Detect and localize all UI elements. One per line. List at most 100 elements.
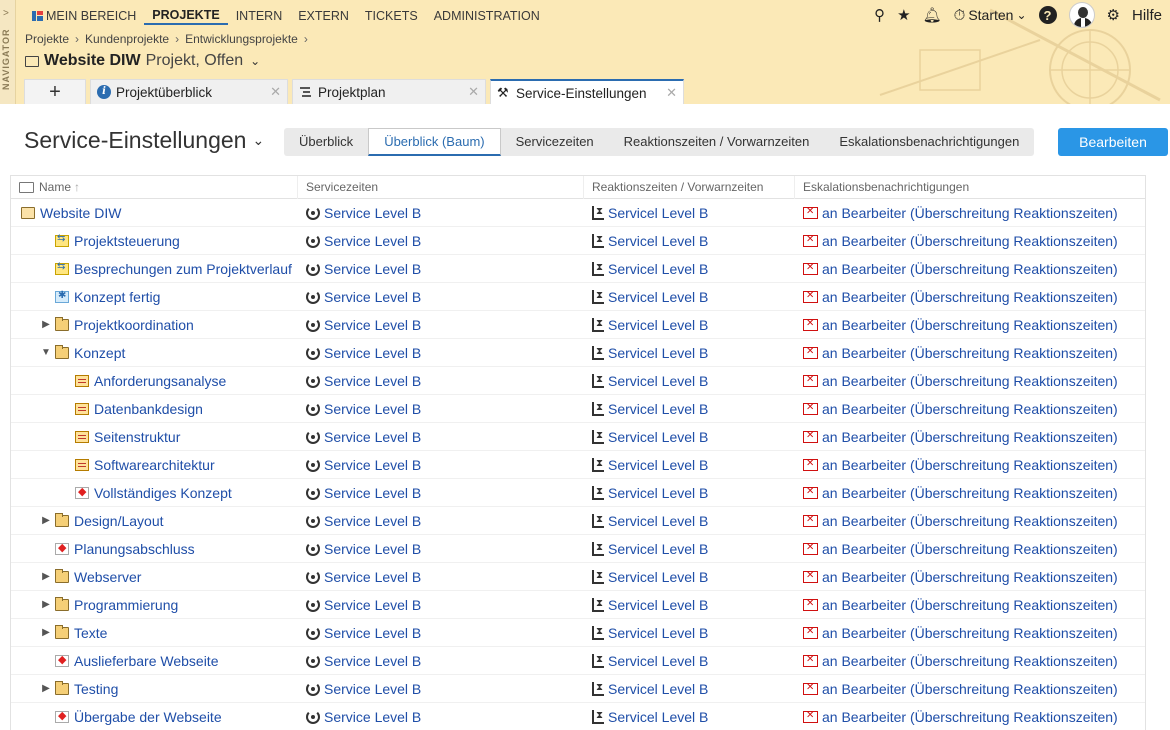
reaktionszeiten-link[interactable]: Servicel Level B [608, 653, 708, 669]
table-row[interactable]: ▶ Projektkoordination Service Level B Servi… [11, 311, 1145, 339]
eskalation-link[interactable]: an Bearbeiter (Überschreitung Reaktionsz… [822, 541, 1118, 557]
item-name-link[interactable]: Konzept [74, 345, 125, 361]
reaktionszeiten-link[interactable]: Servicel Level B [608, 709, 708, 725]
breadcrumb-item[interactable]: Entwicklungsprojekte [185, 32, 298, 46]
table-row[interactable]: ▶ Design/Layout Service Level B Servicel Le… [11, 507, 1145, 535]
eskalation-link[interactable]: an Bearbeiter (Überschreitung Reaktionsz… [822, 401, 1118, 417]
tab-service-einstellungen[interactable]: ⚒ Service-Einstellungen ✕ [490, 79, 684, 104]
item-name-link[interactable]: Texte [74, 625, 107, 641]
reaktionszeiten-link[interactable]: Servicel Level B [608, 485, 708, 501]
topnav-intern[interactable]: INTERN [228, 7, 291, 25]
bell-icon[interactable]: 🔔︎ [923, 6, 942, 24]
item-name-link[interactable]: Vollständiges Konzept [94, 485, 232, 501]
tab-projektplan[interactable]: Projektplan ✕ [292, 79, 486, 104]
servicezeiten-link[interactable]: Service Level B [324, 289, 421, 305]
gear-icon[interactable]: ⚙ [1107, 6, 1120, 24]
table-row[interactable]: Datenbankdesign Service Level B Servicel L… [11, 395, 1145, 423]
breadcrumb-item[interactable]: Kundenprojekte [85, 32, 169, 46]
item-name-link[interactable]: Testing [74, 681, 118, 697]
view-tab-reaktionszeiten[interactable]: Reaktionszeiten / Vorwarnzeiten [609, 128, 825, 156]
eskalation-link[interactable]: an Bearbeiter (Überschreitung Reaktionsz… [822, 457, 1118, 473]
eskalation-link[interactable]: an Bearbeiter (Überschreitung Reaktionsz… [822, 513, 1118, 529]
table-row[interactable]: ▼ Konzept Service Level B Servicel Level B a… [11, 339, 1145, 367]
item-name-link[interactable]: Konzept fertig [74, 289, 160, 305]
eskalation-link[interactable]: an Bearbeiter (Überschreitung Reaktionsz… [822, 233, 1118, 249]
column-header-eskalation[interactable]: Eskalationsbenachrichtigungen [795, 176, 1145, 199]
expand-icon[interactable]: ▶ [39, 571, 53, 582]
reaktionszeiten-link[interactable]: Servicel Level B [608, 233, 708, 249]
reaktionszeiten-link[interactable]: Servicel Level B [608, 625, 708, 641]
item-name-link[interactable]: Webserver [74, 569, 141, 585]
reaktionszeiten-link[interactable]: Servicel Level B [608, 429, 708, 445]
servicezeiten-link[interactable]: Service Level B [324, 317, 421, 333]
topnav-mein-bereich[interactable]: MEIN BEREICH [24, 7, 144, 25]
eskalation-link[interactable]: an Bearbeiter (Überschreitung Reaktionsz… [822, 653, 1118, 669]
table-row[interactable]: Vollständiges Konzept Service Level B Serv… [11, 479, 1145, 507]
start-menu-button[interactable]: ⏱︎ Starten ⌄ [954, 7, 1027, 24]
servicezeiten-link[interactable]: Service Level B [324, 373, 421, 389]
project-title[interactable]: Website DIW Projekt, Offen ⌄ [25, 52, 260, 70]
eskalation-link[interactable]: an Bearbeiter (Überschreitung Reaktionsz… [822, 289, 1118, 305]
close-icon[interactable]: ✕ [270, 84, 281, 100]
table-row[interactable]: Besprechungen zum Projektverlauf Service … [11, 255, 1145, 283]
servicezeiten-link[interactable]: Service Level B [324, 233, 421, 249]
reaktionszeiten-link[interactable]: Servicel Level B [608, 401, 708, 417]
reaktionszeiten-link[interactable]: Servicel Level B [608, 597, 708, 613]
reaktionszeiten-link[interactable]: Servicel Level B [608, 205, 708, 221]
close-icon[interactable]: ✕ [468, 84, 479, 100]
column-header-reaktionszeiten[interactable]: Reaktionszeiten / Vorwarnzeiten [584, 175, 795, 199]
table-row[interactable]: Übergabe der Webseite Service Level B Serv… [11, 703, 1145, 730]
servicezeiten-link[interactable]: Service Level B [324, 541, 421, 557]
reaktionszeiten-link[interactable]: Servicel Level B [608, 261, 708, 277]
item-name-link[interactable]: Übergabe der Webseite [74, 709, 222, 725]
table-row[interactable]: Projektsteuerung Service Level B Servicel … [11, 227, 1145, 255]
collapse-icon[interactable]: ▼ [39, 347, 53, 358]
eskalation-link[interactable]: an Bearbeiter (Überschreitung Reaktionsz… [822, 261, 1118, 277]
table-row[interactable]: Planungsabschluss Service Level B Servicel… [11, 535, 1145, 563]
servicezeiten-link[interactable]: Service Level B [324, 625, 421, 641]
servicezeiten-link[interactable]: Service Level B [324, 429, 421, 445]
column-header-name[interactable]: Name ↑ [11, 175, 298, 199]
table-row[interactable]: Konzept fertig Service Level B Servicel Le… [11, 283, 1145, 311]
view-tab-ueberblick-baum[interactable]: Überblick (Baum) [368, 128, 501, 156]
item-name-link[interactable]: Design/Layout [74, 513, 164, 529]
edit-button[interactable]: Bearbeiten [1058, 128, 1168, 156]
tab-projektueberblick[interactable]: i Projektüberblick ✕ [90, 79, 288, 104]
servicezeiten-link[interactable]: Service Level B [324, 401, 421, 417]
item-name-link[interactable]: Auslieferbare Webseite [74, 653, 218, 669]
expand-icon[interactable]: ▶ [39, 599, 53, 610]
star-icon[interactable]: ★ [897, 6, 910, 24]
eskalation-link[interactable]: an Bearbeiter (Überschreitung Reaktionsz… [822, 597, 1118, 613]
reaktionszeiten-link[interactable]: Servicel Level B [608, 541, 708, 557]
servicezeiten-link[interactable]: Service Level B [324, 653, 421, 669]
table-row[interactable]: Seitenstruktur Service Level B Servicel Le… [11, 423, 1145, 451]
servicezeiten-link[interactable]: Service Level B [324, 681, 421, 697]
servicezeiten-link[interactable]: Service Level B [324, 709, 421, 725]
table-row[interactable]: ▶ Programmierung Service Level B Servicel L… [11, 591, 1145, 619]
servicezeiten-link[interactable]: Service Level B [324, 457, 421, 473]
table-row[interactable]: ▶ Texte Service Level B Servicel Level B an … [11, 619, 1145, 647]
expand-icon[interactable]: ▶ [39, 515, 53, 526]
reaktionszeiten-link[interactable]: Servicel Level B [608, 681, 708, 697]
servicezeiten-link[interactable]: Service Level B [324, 485, 421, 501]
item-name-link[interactable]: Datenbankdesign [94, 401, 203, 417]
item-name-link[interactable]: Programmierung [74, 597, 178, 613]
table-row[interactable]: Website DIW Service Level B Servicel Level… [11, 199, 1145, 227]
page-title[interactable]: Service-Einstellungen ⌄ [24, 127, 264, 154]
view-tab-ueberblick[interactable]: Überblick [284, 128, 368, 156]
help-icon[interactable]: ? [1038, 6, 1057, 24]
eskalation-link[interactable]: an Bearbeiter (Überschreitung Reaktionsz… [822, 317, 1118, 333]
item-name-link[interactable]: Seitenstruktur [94, 429, 180, 445]
search-icon[interactable]: ⚲ [874, 6, 885, 24]
servicezeiten-link[interactable]: Service Level B [324, 205, 421, 221]
reaktionszeiten-link[interactable]: Servicel Level B [608, 513, 708, 529]
reaktionszeiten-link[interactable]: Servicel Level B [608, 345, 708, 361]
eskalation-link[interactable]: an Bearbeiter (Überschreitung Reaktionsz… [822, 681, 1118, 697]
servicezeiten-link[interactable]: Service Level B [324, 569, 421, 585]
eskalation-link[interactable]: an Bearbeiter (Überschreitung Reaktionsz… [822, 205, 1118, 221]
eskalation-link[interactable]: an Bearbeiter (Überschreitung Reaktionsz… [822, 709, 1118, 725]
navigator-toggle[interactable]: > NAVIGATOR [0, 0, 16, 104]
reaktionszeiten-link[interactable]: Servicel Level B [608, 289, 708, 305]
add-tab-button[interactable]: + [24, 79, 86, 104]
topnav-projekte[interactable]: PROJEKTE [144, 7, 228, 25]
